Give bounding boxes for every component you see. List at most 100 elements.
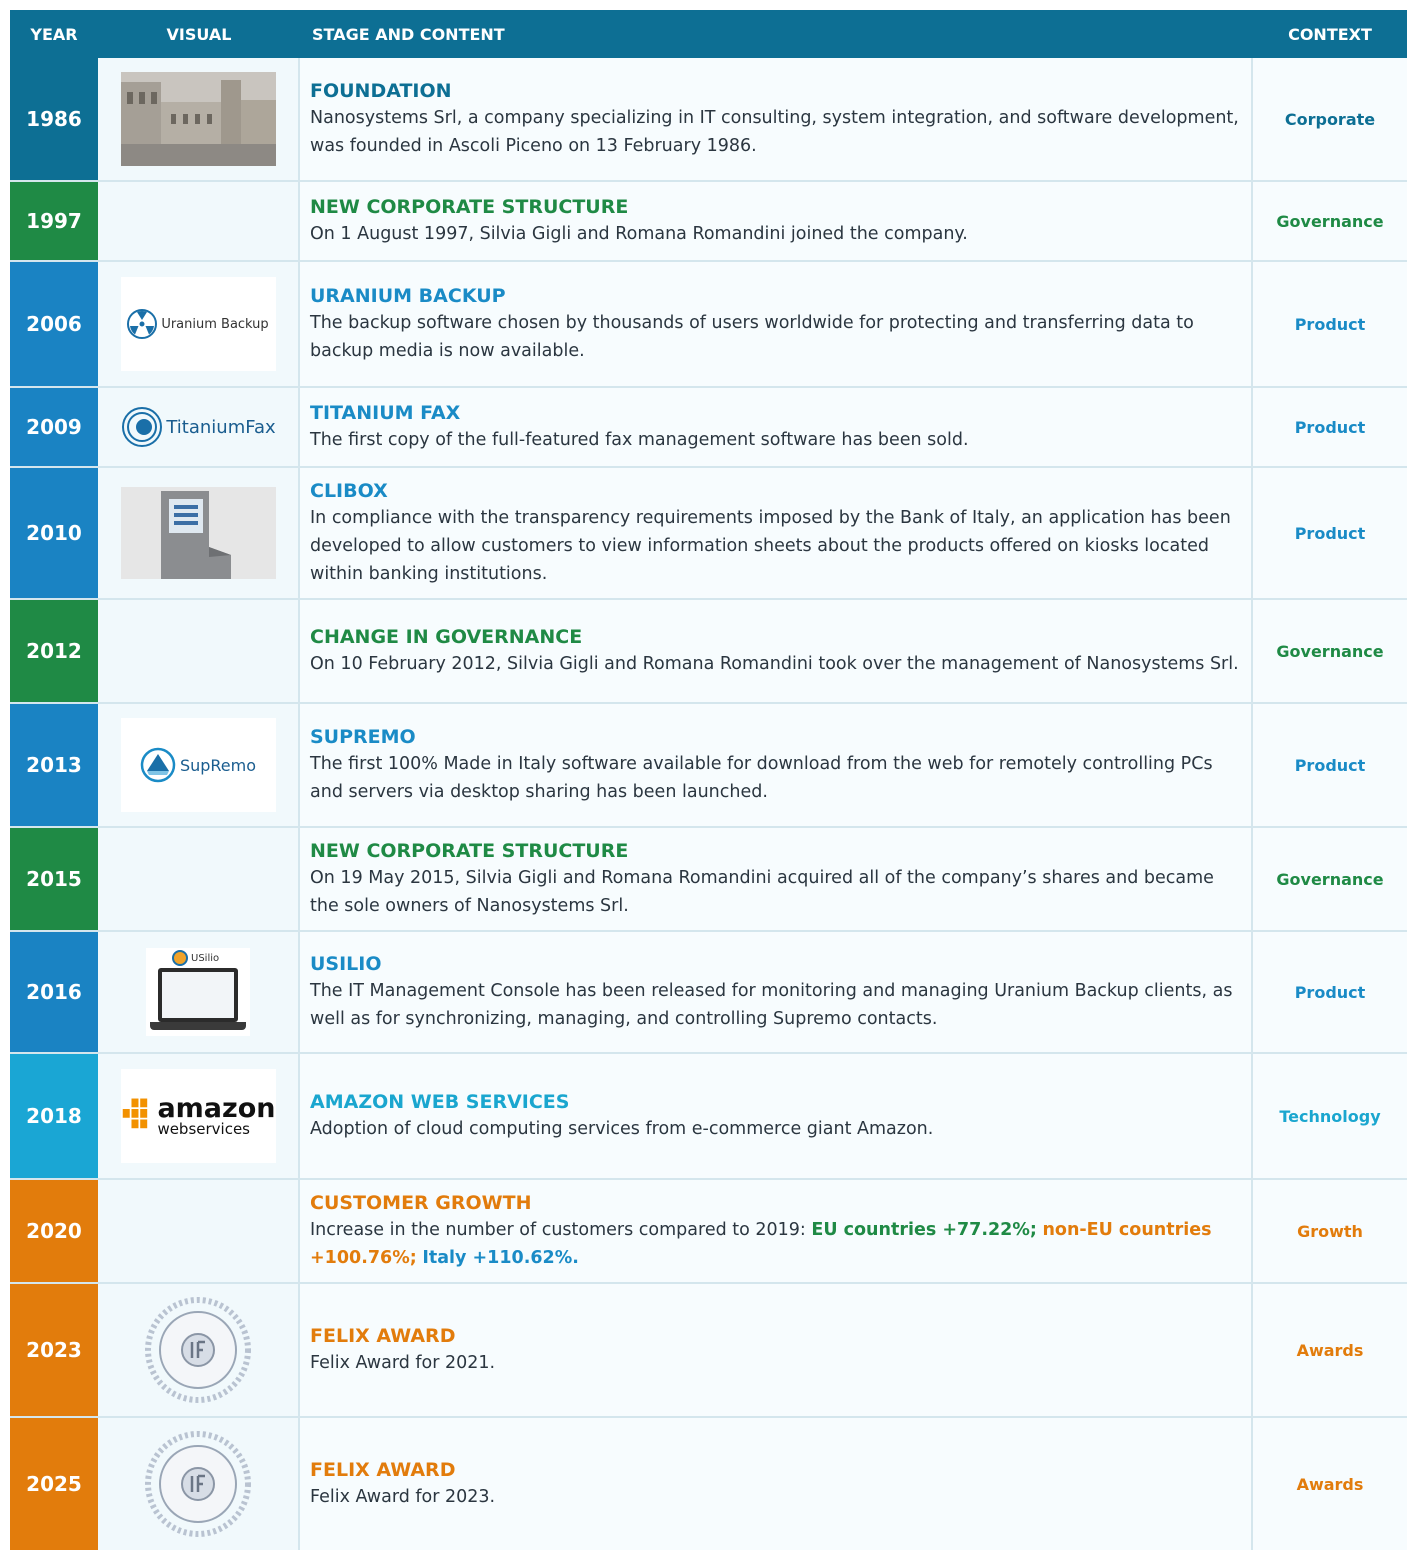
table-row: 1986 FOUNDATION Nanosystems Srl, a compa…: [10, 58, 1407, 182]
row-title: NEW CORPORATE STRUCTURE: [310, 840, 629, 862]
row-visual: amazon webservices: [98, 1054, 300, 1178]
header-stage: STAGE AND CONTENT: [312, 24, 505, 44]
table-row: 2015 NEW CORPORATE STRUCTURE On 19 May 2…: [10, 828, 1407, 932]
aws-wordmark: amazon webservices: [157, 1095, 275, 1137]
row-title: CHANGE IN GOVERNANCE: [310, 626, 583, 648]
industria-felix-seal: [145, 1431, 251, 1537]
aws-logo: amazon webservices: [120, 1069, 276, 1163]
row-description: Felix Award for 2021.: [310, 1353, 496, 1373]
header-visual: VISUAL: [166, 24, 232, 44]
table-row: 2025 FELIX AWARD Felix Award for 2023. A…: [10, 1418, 1407, 1550]
row-stage: NEW CORPORATE STRUCTURE On 19 May 2015, …: [300, 828, 1253, 930]
table-row: 2006 Uranium Backup URANIUM BACKUP The b…: [10, 262, 1407, 388]
row-description: The backup software chosen by thousands …: [310, 313, 1194, 361]
row-description: Felix Award for 2023.: [310, 1487, 496, 1507]
row-title: NEW CORPORATE STRUCTURE: [310, 196, 629, 218]
row-stage: USILIO The IT Management Console has bee…: [300, 932, 1253, 1052]
table-row: 2023 FELIX AWARD Felix Award for 2021. A…: [10, 1284, 1407, 1418]
row-visual: [98, 828, 300, 930]
row-year: 2013: [10, 704, 98, 826]
row-description: In compliance with the transparency requ…: [310, 508, 1231, 584]
row-visual: [98, 1180, 300, 1282]
row-year: 2025: [10, 1418, 98, 1550]
row-description: On 19 May 2015, Silvia Gigli and Romana …: [310, 868, 1214, 916]
supremo-icon: [140, 747, 176, 783]
row-context: Product: [1253, 468, 1407, 598]
row-title: TITANIUM FAX: [310, 402, 461, 424]
row-description: On 10 February 2012, Silvia Gigli and Ro…: [310, 654, 1239, 674]
row-visual: [98, 182, 300, 260]
laptop-screen: [158, 968, 238, 1022]
row-year: 1997: [10, 182, 98, 260]
row-title: AMAZON WEB SERVICES: [310, 1091, 570, 1113]
city-square-photo: [120, 72, 276, 166]
supremo-logo: SupRemo: [120, 718, 276, 812]
row-title: FELIX AWARD: [310, 1325, 456, 1347]
row-context: Product: [1253, 704, 1407, 826]
table-row: 2012 CHANGE IN GOVERNANCE On 10 February…: [10, 600, 1407, 704]
row-visual: [98, 600, 300, 702]
row-context: Corporate: [1253, 58, 1407, 180]
row-description: Adoption of cloud computing services fro…: [310, 1119, 934, 1139]
row-stage: TITANIUM FAX The first copy of the full-…: [300, 388, 1253, 466]
table-row: 2009 TitaniumFax TITANIUM FAX The first …: [10, 388, 1407, 468]
row-visual: Uranium Backup: [98, 262, 300, 386]
logo-text: USilio: [191, 952, 220, 964]
logo-text: Uranium Backup: [161, 316, 269, 332]
row-stage: FELIX AWARD Felix Award for 2021.: [300, 1284, 1253, 1416]
row-context: Awards: [1253, 1418, 1407, 1550]
table-header: YEAR VISUAL STAGE AND CONTENT CONTEXT: [10, 10, 1407, 58]
growth-intro: Increase in the number of customers comp…: [310, 1220, 812, 1240]
row-year: 2006: [10, 262, 98, 386]
row-context: Product: [1253, 932, 1407, 1052]
row-title: SUPREMO: [310, 726, 416, 748]
laptop-base: [150, 1022, 246, 1030]
row-context: Governance: [1253, 828, 1407, 930]
row-title: USILIO: [310, 953, 382, 975]
row-year: 1986: [10, 58, 98, 180]
row-title: CUSTOMER GROWTH: [310, 1192, 532, 1214]
row-year: 2020: [10, 1180, 98, 1282]
row-stage: FELIX AWARD Felix Award for 2023.: [300, 1418, 1253, 1550]
row-context: Growth: [1253, 1180, 1407, 1282]
row-stage: SUPREMO The first 100% Made in Italy sof…: [300, 704, 1253, 826]
logo-subtext: webservices: [157, 1120, 251, 1138]
row-year: 2016: [10, 932, 98, 1052]
row-title: FELIX AWARD: [310, 1459, 456, 1481]
growth-eu: EU countries +77.22%;: [811, 1220, 1037, 1240]
usilio-laptop: USilio: [146, 948, 250, 1036]
row-visual: [98, 1418, 300, 1550]
row-visual: [98, 1284, 300, 1416]
row-stage: NEW CORPORATE STRUCTURE On 1 August 1997…: [300, 182, 1253, 260]
timeline-table: YEAR VISUAL STAGE AND CONTENT CONTEXT 19…: [10, 10, 1407, 1550]
row-description: On 1 August 1997, Silvia Gigli and Roman…: [310, 224, 968, 244]
table-row: 2013 SupRemo SUPREMO The first 100% Made…: [10, 704, 1407, 828]
table-row: 1997 NEW CORPORATE STRUCTURE On 1 August…: [10, 182, 1407, 262]
row-context: Governance: [1253, 182, 1407, 260]
row-context: Governance: [1253, 600, 1407, 702]
logo-text: TitaniumFax: [166, 416, 276, 438]
row-year: 2009: [10, 388, 98, 466]
radiation-icon: [127, 309, 158, 339]
row-stage: AMAZON WEB SERVICES Adoption of cloud co…: [300, 1054, 1253, 1178]
row-description: The IT Management Console has been relea…: [310, 981, 1233, 1029]
uranium-backup-logo: Uranium Backup: [120, 277, 276, 371]
table-row: 2010 CLIBOX In compliance with the trans…: [10, 468, 1407, 600]
row-title: CLIBOX: [310, 480, 388, 502]
screen-content: [162, 972, 234, 1018]
table-row: 2016 USilio USILIO The IT Management Con…: [10, 932, 1407, 1054]
row-context: Product: [1253, 262, 1407, 386]
row-description: Nanosystems Srl, a company specializing …: [310, 108, 1239, 156]
row-visual: USilio: [98, 932, 300, 1052]
row-title: URANIUM BACKUP: [310, 285, 506, 307]
table-row: 2018 amazon webservices AMAZON WEB SERVI…: [10, 1054, 1407, 1180]
logo-text: amazon: [157, 1093, 276, 1124]
row-stage: FOUNDATION Nanosystems Srl, a company sp…: [300, 58, 1253, 180]
titanium-fax-icon: [122, 407, 163, 447]
row-stage: CHANGE IN GOVERNANCE On 10 February 2012…: [300, 600, 1253, 702]
row-year: 2023: [10, 1284, 98, 1416]
row-context: Technology: [1253, 1054, 1407, 1178]
header-context: CONTEXT: [1288, 24, 1372, 44]
row-stage: URANIUM BACKUP The backup software chose…: [300, 262, 1253, 386]
row-description: The first copy of the full-featured fax …: [310, 430, 969, 450]
